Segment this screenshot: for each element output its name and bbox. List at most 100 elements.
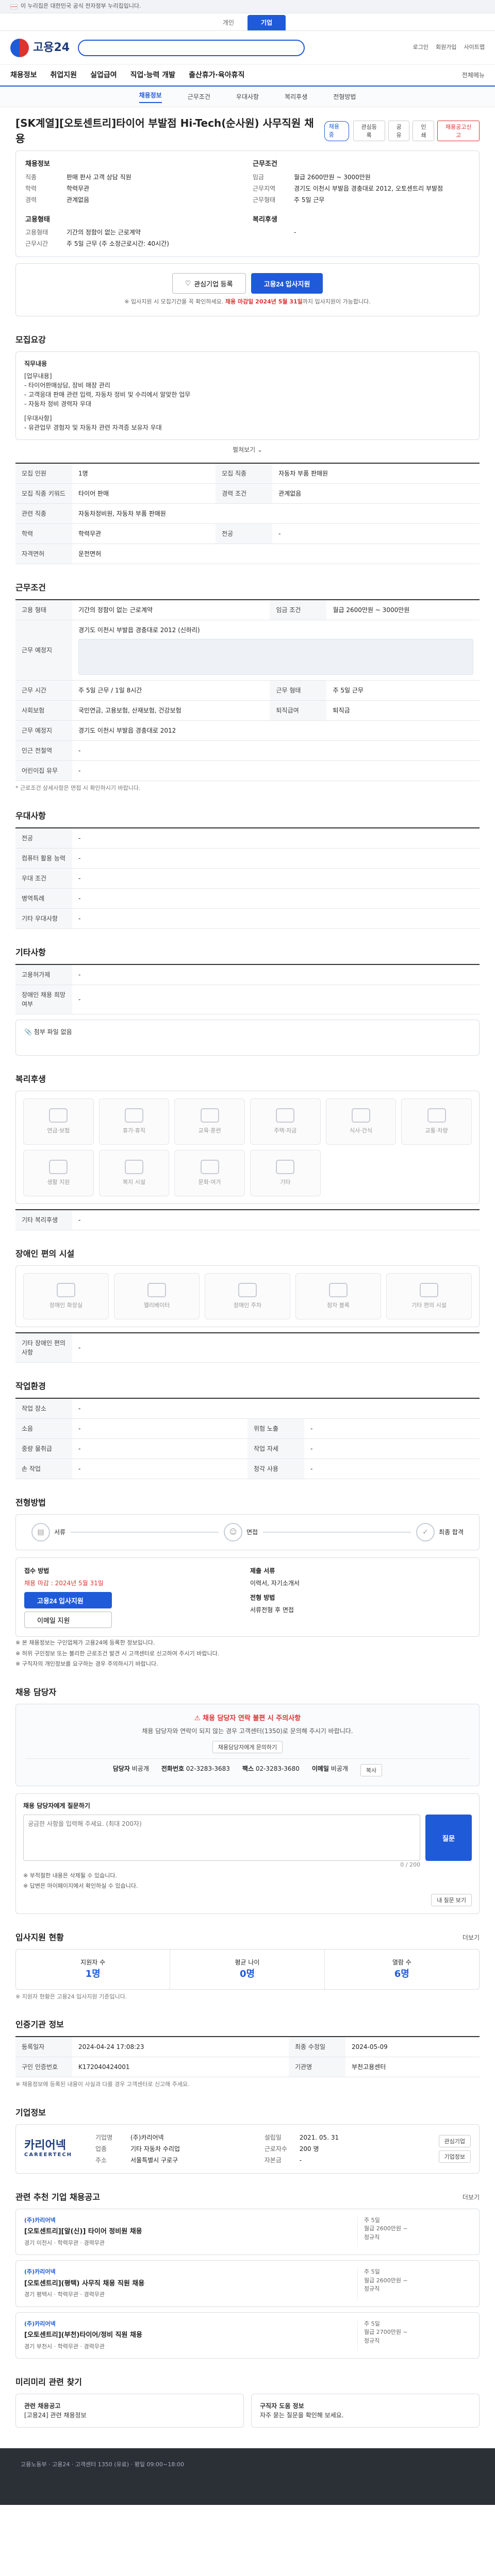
my-questions-button[interactable]: 내 질문 보기 xyxy=(431,1893,472,1906)
table-key: 관련 직종 xyxy=(15,503,72,524)
job-meta: 경기 부천시 · 학력무관 · 경력무관 xyxy=(24,2343,105,2350)
job-title-link[interactable]: [오토센트리](부천)타이어/정비 직원 채용 xyxy=(24,2330,352,2341)
job-company: (주)카리어넥 xyxy=(24,2268,56,2275)
welfare-label: 교통·차량 xyxy=(425,1127,448,1134)
expand-button[interactable]: 펼쳐보기 ⌄ xyxy=(15,445,480,454)
interest-company-button[interactable]: ♡ 관심기업 등록 xyxy=(172,273,246,294)
map-thumbnail[interactable] xyxy=(78,638,473,675)
applicants-title: 입사지원 현황 xyxy=(15,1932,64,1942)
section-title: 복리후생 xyxy=(15,1074,46,1084)
tab-personal[interactable]: 개인 xyxy=(209,15,248,30)
login-link[interactable]: 로그인 xyxy=(413,43,428,52)
nav-unemployment[interactable]: 실업급여 xyxy=(90,70,117,81)
list-item[interactable]: (주)카리어넥 [오토센트리](평택) 사무직 채용 직원 채용 경기 평택시 · … xyxy=(15,2260,480,2307)
table-value: - xyxy=(72,908,480,929)
related-more-link[interactable]: 더보기 xyxy=(463,2193,480,2202)
inquiry-submit-button[interactable]: 질문 xyxy=(425,1815,472,1861)
summary-key: 고용형태 xyxy=(25,229,48,236)
section-title: 근무조건 xyxy=(15,582,46,592)
logo-text: 고용24 xyxy=(33,41,70,54)
table-value: 관계없음 xyxy=(272,483,480,504)
interest-company-small-button[interactable]: 관심기업 xyxy=(438,2134,471,2147)
step-label: 최종 합격 xyxy=(439,1529,464,1536)
section-title: 작업환경 xyxy=(15,1381,46,1391)
email-apply-button[interactable]: 이메일 지원 xyxy=(24,1612,112,1628)
recruit-table: 모집 인원 1명 모집 직종 자동차 부품 판매원 모집 직종 키워드 타이어 판매 경력… xyxy=(15,462,480,564)
apply-button[interactable]: 고용24 입사지원 xyxy=(251,273,323,294)
subnav-recruit[interactable]: 채용정보 xyxy=(139,91,162,103)
table-key: 근무 예정지 xyxy=(15,720,72,741)
section-title: 전형방법 xyxy=(15,1498,46,1507)
report-button[interactable]: 채용공고신고 xyxy=(437,121,480,141)
summary-welfare-title: 복리후생 xyxy=(253,215,277,224)
contact-box: ⚠ 채용 담당자 연락 불편 시 주의사항 채용 담당자와 연락이 되지 않는 … xyxy=(15,1703,480,1786)
contact-manager-button[interactable]: 채용담당자에게 문의하기 xyxy=(212,1741,283,1753)
welfare-label: 문화·여가 xyxy=(198,1178,221,1185)
table-key: 최종 수정일 xyxy=(289,2037,345,2057)
nav-leave[interactable]: 출산휴가·육아휴직 xyxy=(189,70,244,81)
nav-support[interactable]: 취업지원 xyxy=(51,70,77,81)
list-item[interactable]: (주)카리어넥 [오토센트리][알(신)] 타이어 정비원 채용 경기 이천시 · … xyxy=(15,2208,480,2255)
sitemap-link[interactable]: 사이트맵 xyxy=(464,43,485,52)
company-info-button[interactable]: 기업정보 xyxy=(438,2150,471,2163)
subnav-process[interactable]: 전형방법 xyxy=(333,92,356,101)
tab-company[interactable]: 기업 xyxy=(248,15,286,30)
site-footer: 고용노동부 · 고용24 · 고객센터 1350 (유료) · 평일 09:00… xyxy=(0,2448,495,2505)
summary-work-title: 근무조건 xyxy=(253,160,277,168)
table-value: - xyxy=(72,1459,248,1479)
subnav-welfare[interactable]: 복리후생 xyxy=(285,92,307,101)
table-key: 기타 복리후생 xyxy=(15,1210,72,1230)
table-key: 전공 xyxy=(15,828,72,849)
work-note: * 근로조건 상세사항은 면접 시 확인하시기 바랍니다. xyxy=(15,784,141,791)
elevator-icon xyxy=(147,1282,166,1297)
subnav-pref[interactable]: 우대사항 xyxy=(236,92,259,101)
copy-button[interactable]: 복사 xyxy=(360,1764,383,1776)
table-key: 작업 자세 xyxy=(248,1438,304,1459)
summary-value: - xyxy=(294,229,296,236)
share-button[interactable]: 공유 xyxy=(388,121,410,141)
contact-warn-text: 채용 담당자 연락 불편 시 주의사항 xyxy=(203,1714,301,1722)
nav-training[interactable]: 직업·능력 개발 xyxy=(130,70,175,81)
table-row: 모집 직종 키워드 타이어 판매 경력 조건 관계없음 xyxy=(15,483,480,504)
table-row: 근무 예정지 경기도 이천시 부발읍 경충대로 2012 xyxy=(15,720,480,741)
table-value: 자동차정비원, 자동차 부품 판매원 xyxy=(72,503,480,524)
list-item[interactable]: (주)카리어넥 [오토센트리](부천)타이어/정비 직원 채용 경기 부천시 · 학… xyxy=(15,2312,480,2359)
table-row: 구인 인증번호 K172040424001 기관명 부천고용센터 xyxy=(15,2057,480,2077)
table-value: 주 5일 근무 / 1일 8시간 xyxy=(72,680,270,701)
apply-online-button[interactable]: 고용24 입사지원 xyxy=(24,1592,112,1608)
bottom-left-link[interactable]: [고용24] 관련 채용정보 xyxy=(24,2411,235,2420)
table-key: 등록일자 xyxy=(15,2037,72,2057)
job-title-link[interactable]: [오토센트리](평택) 사무직 채용 직원 채용 xyxy=(24,2279,352,2289)
job-title-link[interactable]: [오토센트리][알(신)] 타이어 정비원 채용 xyxy=(24,2227,352,2237)
gov-banner: 이 누리집은 대한민국 공식 전자정부 누리집입니다. xyxy=(0,0,495,13)
job-side-line: 월급 2600만원 ~ xyxy=(364,2277,408,2284)
fax-field: 팩스 02-3283-3680 xyxy=(242,1764,300,1776)
bookmark-button[interactable]: 관심등록 xyxy=(353,121,385,141)
stat-label: 지원자 수 xyxy=(80,1958,106,1966)
subnav-work[interactable]: 근무조건 xyxy=(188,92,210,101)
welfare-tile: 식사·간식 xyxy=(325,1098,397,1145)
bottom-right-link[interactable]: 자주 묻는 질문을 확인해 보세요. xyxy=(260,2411,471,2420)
welfare-tile: 생활 지원 xyxy=(23,1150,94,1196)
summary-value: 주 5일 근무 (주 소정근로시간: 40시간) xyxy=(67,240,169,247)
company-card: 카리어넥 CAREERTECH 기업명 (주)카리어넥 설립일 2021. 05. 3… xyxy=(15,2124,480,2174)
site-logo[interactable]: 고용24 xyxy=(10,38,70,57)
nav-jobs[interactable]: 채용정보 xyxy=(10,70,37,81)
print-button[interactable]: 인쇄 xyxy=(412,121,435,141)
table-row: 학력 학력무관 전공 - xyxy=(15,523,480,544)
table-key: 어린이집 유무 xyxy=(15,760,72,781)
stat-item: 열람 수 6명 xyxy=(325,1950,479,1989)
summary-employment-title: 고용형태 xyxy=(25,215,50,224)
receive-title: 접수 방법 xyxy=(24,1567,50,1574)
company-key: 자본금 xyxy=(264,2156,282,2164)
interest-label: 관심기업 등록 xyxy=(194,280,233,288)
fax-label: 팩스 xyxy=(242,1765,254,1772)
applicants-more-link[interactable]: 더보기 xyxy=(463,1933,480,1942)
all-menu-button[interactable]: 전체메뉴 xyxy=(462,71,485,80)
header-search-input[interactable] xyxy=(78,39,305,56)
signup-link[interactable]: 회원가입 xyxy=(436,43,456,52)
receive-deadline: 채용 마감 : 2024년 5월 31일 xyxy=(24,1580,104,1587)
apply-note-post: 까지 입사지원이 가능합니다. xyxy=(302,298,371,305)
inquiry-textarea[interactable] xyxy=(23,1815,420,1861)
job-content-line: - 유관업무 경험자 및 자동차 관련 자격증 보유자 우대 xyxy=(24,423,162,431)
